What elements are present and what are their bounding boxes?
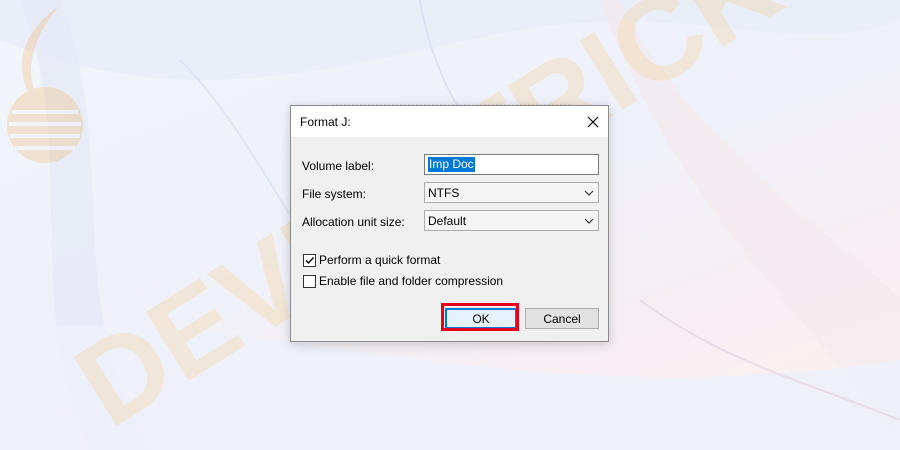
file-system-caption: File system: — [302, 187, 367, 201]
chevron-down-icon — [584, 190, 594, 196]
quick-format-label: Perform a quick format — [319, 253, 441, 267]
quick-format-checkbox[interactable] — [303, 253, 316, 267]
volume-label-input[interactable]: Imp Doc — [424, 154, 599, 175]
allocation-unit-caption: Allocation unit size: — [302, 215, 405, 229]
file-system-select[interactable]: NTFS — [424, 182, 599, 203]
allocation-unit-select[interactable]: Default — [424, 210, 599, 231]
close-button[interactable] — [577, 106, 608, 137]
ok-button[interactable]: OK — [445, 308, 517, 329]
file-system-value: NTFS — [428, 185, 460, 200]
close-icon — [587, 116, 598, 127]
chevron-down-icon — [584, 218, 594, 224]
compression-checkbox[interactable] — [303, 274, 316, 288]
compression-label: Enable file and folder compression — [319, 274, 504, 288]
watermark-logo-icon — [7, 5, 83, 163]
format-dialog: Format J: Volume label: Imp Doc File sys… — [290, 103, 609, 342]
cancel-button[interactable]: Cancel — [525, 308, 599, 329]
quick-format-option[interactable]: Perform a quick format — [303, 253, 440, 267]
volume-label-value: Imp Doc — [428, 157, 475, 172]
allocation-unit-value: Default — [428, 213, 467, 228]
checkmark-icon — [305, 256, 315, 264]
dialog-titlebar[interactable]: Format J: — [291, 106, 608, 137]
compression-option[interactable]: Enable file and folder compression — [303, 274, 503, 288]
dialog-title: Format J: — [300, 115, 351, 129]
volume-label-caption: Volume label: — [302, 159, 375, 173]
